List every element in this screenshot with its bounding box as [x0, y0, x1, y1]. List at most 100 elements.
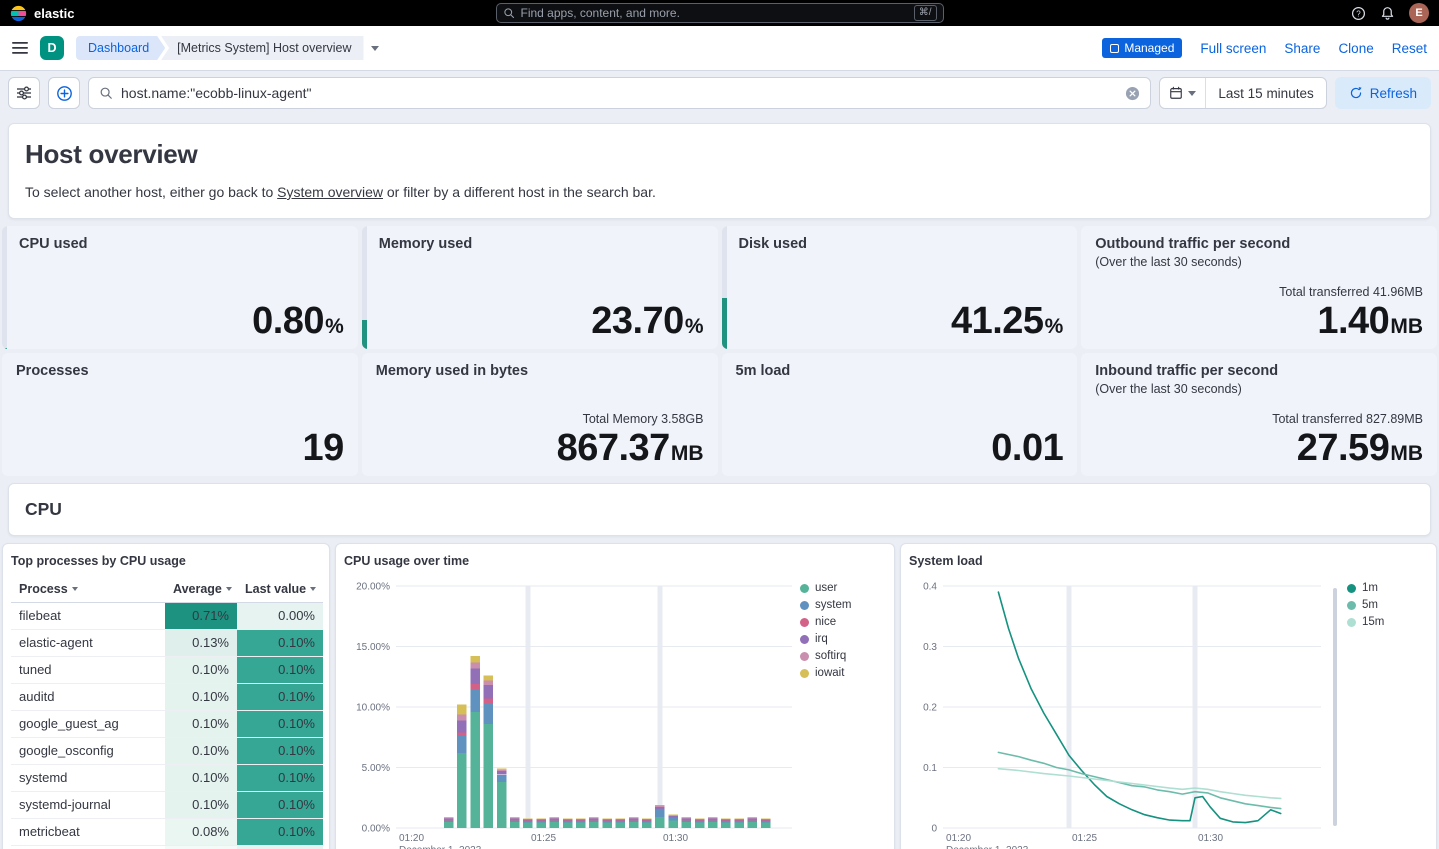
query-bar: Last 15 minutes Refresh [0, 71, 1439, 115]
legend-item-irq[interactable]: irq [800, 633, 851, 645]
legend-label: softirq [815, 650, 846, 662]
process-name-cell: systemd-journal [11, 791, 165, 818]
last-value-cell: 0.10% [237, 629, 323, 656]
space-badge[interactable]: D [40, 36, 64, 60]
sort-caret-icon [310, 587, 316, 591]
metric-number: 0.01 [991, 429, 1063, 468]
svg-text:0.3: 0.3 [923, 642, 937, 653]
metric-number: 19 [302, 429, 343, 468]
col-header-last-value[interactable]: Last value [237, 576, 323, 602]
shortcut-hint: ⌘/ [914, 5, 937, 21]
metric-value: 867.37MB [557, 429, 704, 468]
metric-title: Disk used [739, 236, 1064, 252]
metric-value-block: 41.25% [951, 302, 1063, 341]
refresh-button[interactable]: Refresh [1335, 77, 1431, 109]
svg-text:0.1: 0.1 [923, 763, 937, 774]
metric-title: Memory used [379, 236, 704, 252]
col-header-process[interactable]: Process [11, 576, 165, 602]
last-value-cell: 0.10% [237, 710, 323, 737]
metric-tile-processes[interactable]: Processes19 [2, 353, 358, 476]
last-value-cell: 0.00% [237, 602, 323, 629]
calendar-icon[interactable] [1160, 78, 1206, 108]
elastic-logo[interactable] [10, 5, 27, 22]
metric-tile-memory-used[interactable]: Memory used23.70% [362, 226, 718, 349]
top-processes-table: Process Average Last value filebeat0.71%… [11, 576, 323, 849]
dashboard-nav: D Dashboard [Metrics System] Host overvi… [0, 26, 1439, 71]
svg-text:10.00%: 10.00% [356, 703, 390, 714]
metric-tile-memory-used-in-bytes[interactable]: Memory used in bytesTotal Memory 3.58GB8… [362, 353, 718, 476]
svg-text:0.00%: 0.00% [362, 824, 390, 835]
global-search-input[interactable] [521, 6, 908, 20]
chart-canvas: 0.00%5.00%10.00%15.00%20.00%01:20Decembe… [344, 576, 798, 849]
process-name-cell: elastic-agent [11, 629, 165, 656]
legend-item-nice[interactable]: nice [800, 616, 851, 628]
cpu-usage-chart[interactable]: 0.00%5.00%10.00%15.00%20.00%01:20Decembe… [344, 576, 798, 849]
average-cell: 0.71% [165, 602, 237, 629]
metric-tile-cpu-used[interactable]: CPU used0.80% [2, 226, 358, 349]
metric-tile-5m-load[interactable]: 5m load0.01 [722, 353, 1078, 476]
metric-number: 1.40 [1317, 302, 1389, 341]
add-filter-button[interactable] [48, 77, 80, 109]
metric-tile-inbound-traffic-per-second[interactable]: Inbound traffic per second(Over the last… [1081, 353, 1437, 476]
sort-caret-icon [226, 587, 232, 591]
metric-tile-disk-used[interactable]: Disk used 41.25% [722, 226, 1078, 349]
breadcrumb-dashboard[interactable]: Dashboard [76, 36, 165, 60]
metric-secondary-text: Total transferred 41.96MB [1279, 285, 1423, 299]
legend-item-5m[interactable]: 5m [1347, 599, 1384, 611]
clone-button[interactable]: Clone [1338, 41, 1373, 56]
process-name-cell: systemd [11, 764, 165, 791]
process-name-cell: auditd [11, 683, 165, 710]
global-search[interactable]: ⌘/ [496, 3, 944, 23]
svg-text:0.2: 0.2 [923, 703, 937, 714]
metric-value: 1.40MB [1279, 302, 1423, 341]
svg-text:01:20: 01:20 [946, 833, 971, 844]
col-header-average[interactable]: Average [165, 576, 237, 602]
process-name-cell: filebeat [11, 602, 165, 629]
table-row: filebeat0.71%0.00% [11, 602, 323, 629]
reset-button[interactable]: Reset [1392, 41, 1427, 56]
panel-title: Top processes by CPU usage [11, 554, 321, 568]
metric-value: 27.59MB [1272, 429, 1423, 468]
chevron-down-icon[interactable] [371, 46, 379, 51]
svg-text:5.00%: 5.00% [362, 763, 390, 774]
table-row: auditd0.10%0.10% [11, 683, 323, 710]
managed-badge[interactable]: Managed [1102, 38, 1182, 58]
legend-item-iowait[interactable]: iowait [800, 667, 851, 679]
menu-icon[interactable] [12, 41, 28, 55]
metric-unit: % [1045, 315, 1064, 339]
help-icon[interactable]: ? [1351, 6, 1366, 21]
svg-text:December 1, 2023: December 1, 2023 [946, 845, 1029, 849]
legend-item-system[interactable]: system [800, 599, 851, 611]
table-row: 0.01%0.00% [11, 845, 323, 849]
query-text-input[interactable] [121, 85, 1117, 101]
time-range-button[interactable]: Last 15 minutes [1206, 78, 1325, 108]
notifications-icon[interactable] [1380, 6, 1395, 21]
clear-query-icon[interactable] [1125, 86, 1140, 101]
legend-label: iowait [815, 667, 844, 679]
query-input[interactable] [88, 77, 1151, 109]
top-processes-panel: Top processes by CPU usage Process Avera… [2, 543, 330, 849]
system-load-chart[interactable]: 00.10.20.30.401:20December 1, 202301:250… [909, 576, 1329, 849]
full-screen-button[interactable]: Full screen [1200, 41, 1266, 56]
legend-item-user[interactable]: user [800, 582, 851, 594]
svg-text:01:25: 01:25 [531, 833, 556, 844]
cpu-section-panel: CPU [8, 483, 1431, 536]
panel-scrollbar[interactable] [1333, 588, 1337, 826]
metric-subtitle: (Over the last 30 seconds) [1095, 255, 1423, 269]
filter-icon[interactable] [8, 77, 40, 109]
metric-number: 27.59 [1297, 429, 1390, 468]
legend-item-15m[interactable]: 15m [1347, 616, 1384, 628]
legend-item-1m[interactable]: 1m [1347, 582, 1384, 594]
metric-tile-outbound-traffic-per-second[interactable]: Outbound traffic per second(Over the las… [1081, 226, 1437, 349]
metric-unit: % [685, 315, 704, 339]
legend-label: user [815, 582, 837, 594]
legend-label: 5m [1362, 599, 1378, 611]
metric-unit: MB [1390, 315, 1423, 339]
average-cell: 0.10% [165, 710, 237, 737]
legend-item-softirq[interactable]: softirq [800, 650, 851, 662]
avatar[interactable]: E [1409, 3, 1429, 23]
metric-secondary-text: Total transferred 827.89MB [1272, 412, 1423, 426]
last-value-cell: 0.10% [237, 656, 323, 683]
share-button[interactable]: Share [1284, 41, 1320, 56]
system-overview-link[interactable]: System overview [277, 184, 383, 200]
